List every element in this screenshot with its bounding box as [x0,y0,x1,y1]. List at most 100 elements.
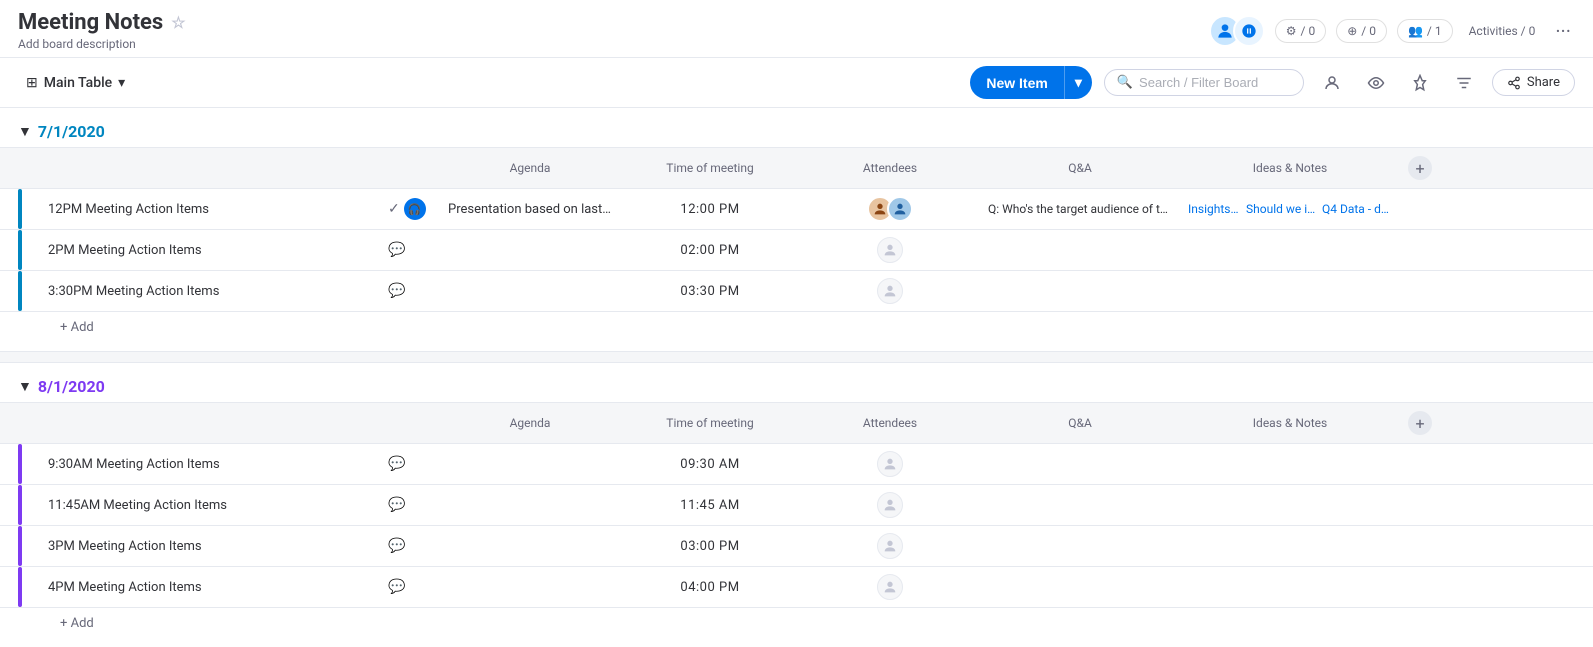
row-name-text[interactable]: 2PM Meeting Action Items [48,243,202,258]
eye-button[interactable] [1360,67,1392,99]
attendee-avatar-empty [877,492,903,518]
row-ideas-cell [1180,287,1400,295]
top-bar: Meeting Notes ☆ Add board description ⚙ … [0,0,1593,58]
row-agenda-cell [440,501,620,509]
row-time-cell: 09:30 AM [620,453,800,476]
group-1-arrow[interactable]: ▼ [18,123,32,140]
search-icon: 🔍 [1117,75,1133,90]
col-check [0,419,40,427]
avatar-user2 [1233,15,1265,47]
person-filter-button[interactable] [1316,67,1348,99]
table-row: 11:45AM Meeting Action Items 💬 11:45 AM [0,485,1593,526]
row-attendees-cell [800,192,980,226]
row-name-text[interactable]: 11:45AM Meeting Action Items [48,498,227,513]
check-icon[interactable]: ✓ [388,201,400,217]
new-item-button[interactable]: New Item ▾ [970,66,1092,99]
idea-link-1[interactable]: Insights f... [1188,202,1240,216]
members-badge[interactable]: 👥 / 1 [1397,19,1453,43]
col-add[interactable]: + [1400,407,1593,439]
share-button[interactable]: Share [1492,69,1575,96]
row-name-text[interactable]: 9:30AM Meeting Action Items [48,457,220,472]
row-color-bar [0,271,40,311]
idea-link-3[interactable]: Q4 Data - do w... [1322,202,1392,216]
group-1-add-row[interactable]: + Add [0,312,1593,343]
row-agenda-cell: Presentation based on last week's mont..… [440,198,620,221]
group-2-title[interactable]: 8/1/2020 [38,377,105,396]
row-time-cell: 04:00 PM [620,576,800,599]
row-color-bar [0,230,40,270]
table-view-button[interactable]: ⊞ Main Table ▾ [18,71,133,95]
attendee-avatar-empty [877,533,903,559]
add-column-button-2[interactable]: + [1408,411,1432,435]
group-1-title[interactable]: 7/1/2020 [38,122,105,141]
comment-icon[interactable]: 💬 [388,242,405,258]
row-time-cell: 03:00 PM [620,535,800,558]
col-ideas: Ideas & Notes [1180,412,1400,434]
row-name-text[interactable]: 12PM Meeting Action Items [48,202,209,217]
toolbar: ⊞ Main Table ▾ New Item ▾ 🔍 Share [0,58,1593,108]
row-ideas-cell [1180,460,1400,468]
col-time: Time of meeting [620,157,800,179]
more-button[interactable]: ··· [1551,15,1575,47]
board-info: Meeting Notes ☆ Add board description [18,10,186,51]
row-name-cell: 3PM Meeting Action Items [40,539,380,554]
row-time-cell: 02:00 PM [620,239,800,262]
row-name-cell: 11:45AM Meeting Action Items [40,498,380,513]
integrations-badge[interactable]: ⊕ / 0 [1336,19,1387,43]
board-subtitle[interactable]: Add board description [18,37,186,51]
filter-button[interactable] [1448,67,1480,99]
row-ideas-cell [1180,583,1400,591]
avatar-group [1209,15,1265,47]
row-name-text[interactable]: 3PM Meeting Action Items [48,539,202,554]
row-time-cell: 12:00 PM [620,198,800,221]
row-action-icons: 💬 [380,493,440,517]
members-icon: 👥 [1408,24,1423,38]
group-1-header: ▼ 7/1/2020 [0,108,1593,147]
row-action-icons: 💬 [380,534,440,558]
row-qa-cell [980,583,1180,591]
new-item-chevron[interactable]: ▾ [1064,66,1092,99]
row-qa-cell [980,542,1180,550]
row-name-cell: 2PM Meeting Action Items [40,243,380,258]
group-bar [18,567,22,607]
table-icon: ⊞ [26,75,38,91]
idea-link-2[interactable]: Should we involve th... [1246,202,1316,216]
attendee-avatar-empty [877,237,903,263]
row-agenda-cell [440,583,620,591]
col-check [0,164,40,172]
row-attendees-cell [800,529,980,563]
headset-icon[interactable]: 🎧 [404,198,426,220]
row-action-icons: 💬 [380,575,440,599]
group-bar [18,189,22,229]
automations-count: / 0 [1301,24,1316,38]
row-time-cell: 03:30 PM [620,280,800,303]
row-time-cell: 11:45 AM [620,494,800,517]
automations-badge[interactable]: ⚙ / 0 [1275,19,1326,43]
search-input[interactable] [1139,75,1289,90]
col-agenda: Agenda [440,412,620,434]
pin-button[interactable] [1404,67,1436,99]
row-name-text[interactable]: 4PM Meeting Action Items [48,580,202,595]
table-row: 12PM Meeting Action Items ✓ 🎧 Presentati… [0,189,1593,230]
star-icon[interactable]: ☆ [171,13,185,32]
comment-icon[interactable]: 💬 [388,497,405,513]
search-box[interactable]: 🔍 [1104,69,1304,96]
row-agenda-cell [440,246,620,254]
add-column-button[interactable]: + [1408,156,1432,180]
comment-icon[interactable]: 💬 [388,456,405,472]
group-2-add-row[interactable]: + Add [0,608,1593,639]
col-time: Time of meeting [620,412,800,434]
group-2-arrow[interactable]: ▼ [18,378,32,395]
col-add[interactable]: + [1400,152,1593,184]
group-bar [18,444,22,484]
col-agenda: Agenda [440,157,620,179]
comment-icon[interactable]: 💬 [388,538,405,554]
row-name-text[interactable]: 3:30PM Meeting Action Items [48,284,219,299]
table-row: 2PM Meeting Action Items 💬 02:00 PM [0,230,1593,271]
row-agenda-cell [440,287,620,295]
comment-icon[interactable]: 💬 [388,283,405,299]
activities-button[interactable]: Activities / 0 [1463,20,1542,42]
row-ideas-cell [1180,542,1400,550]
comment-icon[interactable]: 💬 [388,579,405,595]
row-ideas-cell [1180,246,1400,254]
